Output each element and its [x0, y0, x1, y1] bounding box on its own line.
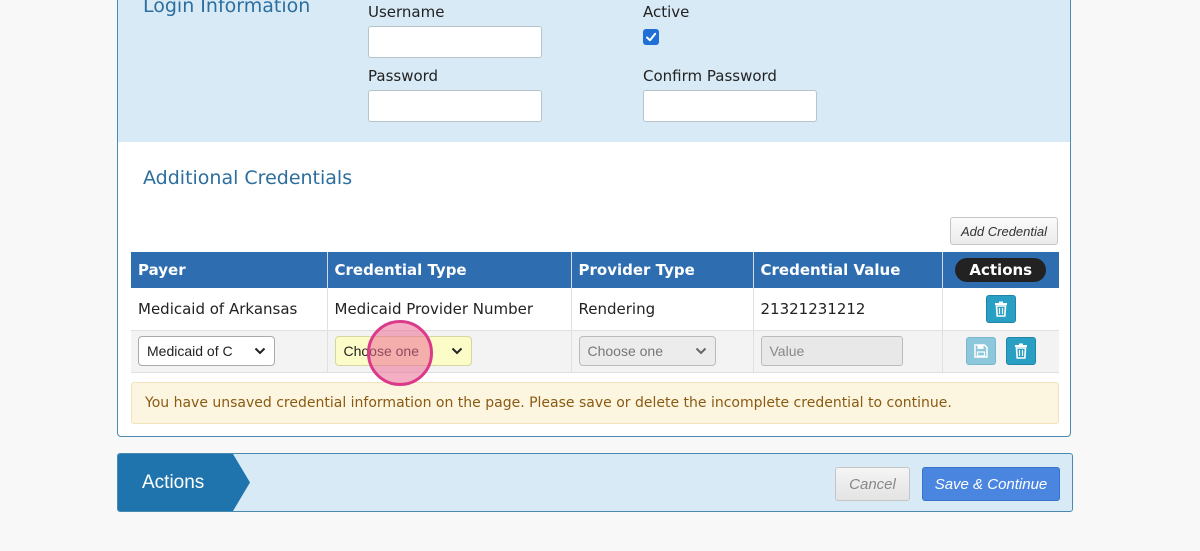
save-credential-button[interactable] — [965, 337, 996, 365]
edit-row-actions-cell — [942, 330, 1059, 373]
column-header-credential-value: Credential Value — [753, 252, 943, 288]
payer-select-cell: Medicaid of C — [131, 330, 328, 373]
login-information-section: Login Information Username Active Passwo… — [118, 0, 1070, 142]
credential-type-select[interactable]: Choose one — [334, 336, 472, 366]
active-label: Active — [643, 3, 690, 21]
credential-value-input[interactable]: Value — [760, 336, 903, 366]
save-and-continue-button[interactable]: Save & Continue — [922, 467, 1060, 501]
confirm-password-label: Confirm Password — [643, 67, 777, 85]
credentials-table: Payer Credential Type Provider Type Cred… — [131, 252, 1059, 373]
password-input[interactable] — [368, 90, 542, 122]
chevron-down-icon — [695, 347, 706, 355]
cancel-button[interactable]: Cancel — [835, 467, 910, 501]
provider-type-select-value: Choose one — [587, 343, 664, 359]
provider-form-card: Login Information Username Active Passwo… — [117, 0, 1071, 437]
add-credential-button[interactable]: Add Credential — [950, 217, 1058, 245]
floppy-disk-icon — [974, 344, 988, 358]
actions-bar: Actions Cancel Save & Continue — [117, 453, 1073, 512]
column-header-provider-type: Provider Type — [571, 252, 754, 288]
payer-select-value: Medicaid of C — [147, 343, 233, 359]
credential-value-input-cell: Value — [753, 330, 943, 373]
table-row-editing: Medicaid of C Choose one Choose one Valu… — [131, 330, 1059, 373]
credential-value-cell: 21321231212 — [753, 288, 943, 331]
trash-icon — [994, 301, 1007, 317]
column-header-payer: Payer — [131, 252, 328, 288]
username-input[interactable] — [368, 26, 542, 58]
checkmark-icon — [646, 32, 657, 42]
username-label: Username — [368, 3, 445, 21]
chevron-down-icon — [254, 347, 266, 355]
delete-credential-button[interactable] — [985, 294, 1016, 323]
chevron-down-icon — [451, 347, 462, 355]
confirm-password-input[interactable] — [643, 90, 817, 122]
delete-editing-credential-button[interactable] — [1005, 337, 1036, 365]
unsaved-credential-warning: You have unsaved credential information … — [131, 382, 1059, 424]
payer-select[interactable]: Medicaid of C — [138, 336, 275, 366]
row-actions-cell — [942, 288, 1059, 331]
actions-header-pill: Actions — [955, 258, 1047, 282]
credential-type-select-value: Choose one — [343, 343, 420, 359]
provider-type-select-cell: Choose one — [571, 330, 754, 373]
column-header-credential-type: Credential Type — [327, 252, 572, 288]
credential-type-select-cell: Choose one — [327, 330, 572, 373]
actions-tab: Actions — [118, 454, 250, 511]
table-row: Medicaid of Arkansas Medicaid Provider N… — [131, 288, 1059, 331]
login-information-title: Login Information — [143, 0, 311, 17]
provider-type-select[interactable]: Choose one — [578, 336, 716, 366]
column-header-actions: Actions — [942, 252, 1059, 288]
provider-type-cell: Rendering — [571, 288, 754, 331]
active-checkbox[interactable] — [643, 29, 659, 45]
password-label: Password — [368, 67, 439, 85]
credential-type-cell: Medicaid Provider Number — [327, 288, 572, 331]
payer-cell: Medicaid of Arkansas — [131, 288, 328, 331]
trash-icon — [1014, 343, 1027, 359]
additional-credentials-title: Additional Credentials — [143, 167, 353, 189]
table-header-row: Payer Credential Type Provider Type Cred… — [131, 252, 1059, 288]
